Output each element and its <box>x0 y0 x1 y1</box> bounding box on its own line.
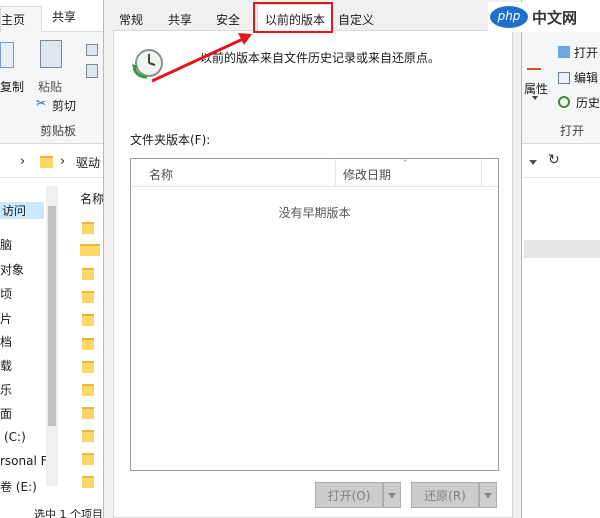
tab-customize[interactable]: 自定义 <box>336 8 376 30</box>
folder-icon[interactable] <box>82 222 94 234</box>
folder-icon[interactable] <box>82 476 94 488</box>
nav-item-drive-e[interactable]: 卷 (E:) <box>0 478 37 495</box>
nav-item[interactable]: 档 <box>0 333 12 350</box>
previous-versions-panel: 以前的版本来自文件历史记录或来自还原点。 文件夹版本(F): 名称 修改日期 ˇ… <box>113 30 513 518</box>
folder-icon <box>40 156 53 168</box>
edit-icon <box>558 72 570 84</box>
open-button[interactable]: 打开 <box>574 44 598 61</box>
cut-scissors-icon[interactable]: ✂ <box>36 96 46 110</box>
folder-icon[interactable] <box>82 291 94 303</box>
nav-item-drive-c[interactable]: (C:) <box>4 430 26 444</box>
folder-icon[interactable] <box>82 268 94 280</box>
dropdown-chevron-icon[interactable] <box>529 160 537 165</box>
list-header: 名称 修改日期 ˇ <box>131 159 498 187</box>
column-header-modified-date[interactable]: 修改日期 <box>343 166 391 183</box>
column-separator[interactable] <box>481 159 482 187</box>
edit-button[interactable]: 编辑 <box>574 69 598 86</box>
tab-security[interactable]: 安全 <box>207 8 249 30</box>
folder-versions-label: 文件夹版本(F): <box>130 133 211 147</box>
copy-button[interactable]: 复制 <box>0 78 24 95</box>
watermark-text: 中文网 <box>532 9 578 27</box>
column-header-name[interactable]: 名称 <box>80 190 104 207</box>
open-icon <box>558 46 570 58</box>
open-group-label: 打开 <box>560 124 585 138</box>
clipboard-group-label: 剪贴板 <box>40 124 77 138</box>
breadcrumb-item[interactable]: 驱动 <box>76 154 100 171</box>
copy-icon[interactable] <box>0 42 14 68</box>
restore-dropdown-chevron-icon[interactable] <box>479 482 497 508</box>
versions-list[interactable]: 名称 修改日期 ˇ 没有早期版本 <box>130 158 499 471</box>
nav-item[interactable]: 顷 <box>0 285 12 302</box>
tab-home[interactable]: 主页 <box>0 6 42 32</box>
scrollbar-thumb[interactable] <box>48 206 56 426</box>
copy-path-icon[interactable] <box>86 64 98 78</box>
tab-general[interactable]: 常规 <box>110 8 152 30</box>
folder-icon[interactable] <box>82 314 94 326</box>
folder-icon[interactable] <box>80 244 100 256</box>
folder-icon[interactable] <box>82 453 94 465</box>
history-clock-icon <box>131 46 165 80</box>
tab-previous-versions[interactable]: 以前的版本 <box>257 4 333 32</box>
nav-item[interactable]: rsonal F <box>0 454 48 468</box>
tab-share[interactable]: 共享 <box>52 8 76 25</box>
cut-button[interactable]: 剪切 <box>52 97 76 114</box>
chevron-down-icon[interactable] <box>532 96 538 100</box>
breadcrumb-separator-icon: › <box>60 154 66 169</box>
sort-chevron-icon: ˇ <box>403 160 408 170</box>
status-text: 选中 1 个项目 <box>34 508 103 518</box>
nav-item[interactable]: 乐 <box>0 381 12 398</box>
properties-dialog: 常规 共享 安全 自定义 以前的版本来自文件历史记录或来自还原点。 文件夹版本(… <box>103 0 522 518</box>
folder-icon[interactable] <box>82 384 94 396</box>
column-header-name[interactable]: 名称 <box>149 166 173 183</box>
folder-icon[interactable] <box>82 338 94 350</box>
history-icon <box>558 96 570 108</box>
nav-item-quick-access[interactable]: 访问 <box>0 202 44 219</box>
refresh-icon[interactable]: ↻ <box>548 152 560 168</box>
restore-button[interactable]: 还原(R) <box>411 482 479 508</box>
nav-scrollbar[interactable] <box>46 186 58 486</box>
nav-item[interactable]: 脑 <box>0 236 12 253</box>
paste-button[interactable]: 粘贴 <box>38 78 62 95</box>
clipboard-small-icon[interactable] <box>86 44 98 56</box>
intro-text: 以前的版本来自文件历史记录或来自还原点。 <box>200 51 441 65</box>
history-button[interactable]: 历史 <box>576 94 600 111</box>
watermark-logo: php <box>490 6 528 28</box>
nav-item[interactable]: 载 <box>0 357 12 374</box>
paste-icon[interactable] <box>40 40 62 68</box>
open-dropdown-chevron-icon[interactable] <box>383 482 401 508</box>
folder-icon[interactable] <box>82 361 94 373</box>
empty-list-message: 没有早期版本 <box>278 206 351 220</box>
checkmark-icon[interactable] <box>527 46 541 70</box>
selected-row-highlight <box>524 240 600 258</box>
properties-button[interactable]: 属性 <box>524 80 548 97</box>
nav-item[interactable]: 面 <box>0 405 12 422</box>
column-separator[interactable] <box>335 159 336 187</box>
watermark: php 中文网 <box>488 2 600 32</box>
nav-item[interactable]: 对象 <box>0 261 24 278</box>
folder-icon[interactable] <box>82 407 94 419</box>
folder-icon[interactable] <box>82 430 94 442</box>
open-button[interactable]: 打开(O) <box>315 482 383 508</box>
tab-sharing[interactable]: 共享 <box>159 8 201 30</box>
nav-item[interactable]: 片 <box>0 310 12 327</box>
back-chevron-icon[interactable]: › <box>20 154 25 169</box>
file-list: 名称 <box>76 186 106 506</box>
